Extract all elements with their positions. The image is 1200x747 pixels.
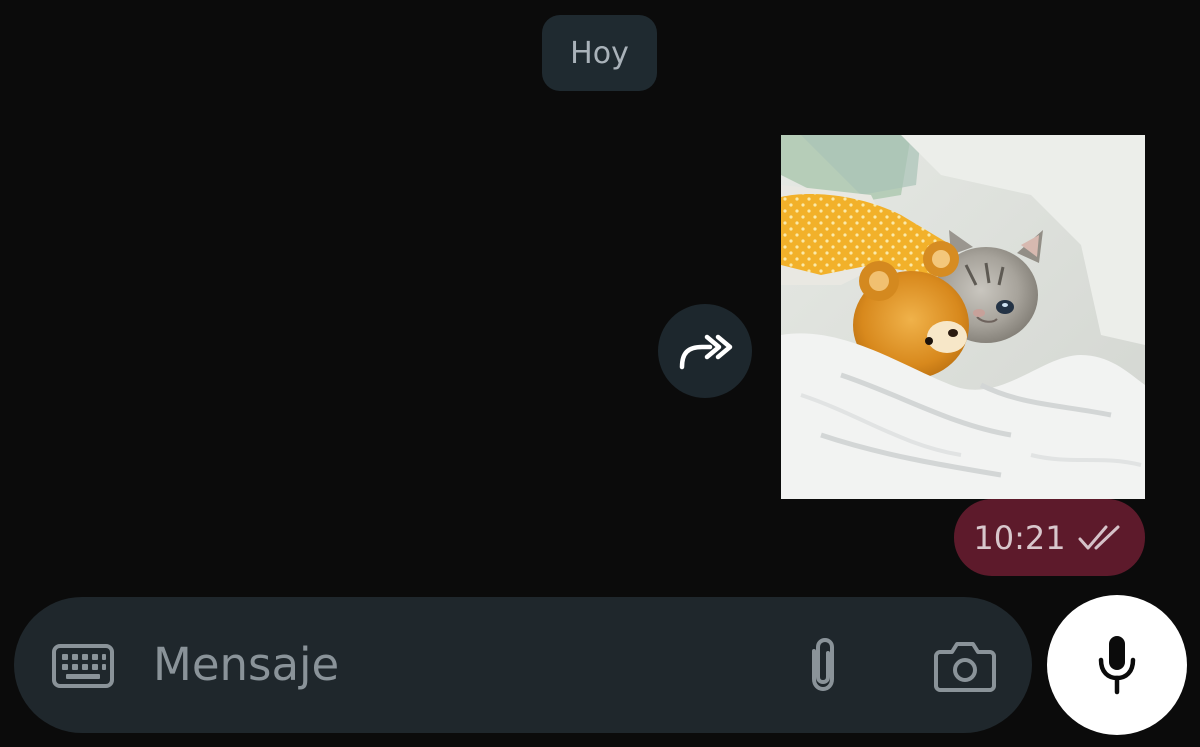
- message-input[interactable]: Mensaje: [153, 635, 339, 695]
- double-check-icon: [1078, 525, 1120, 549]
- cat-with-teddy-bear-photo: [781, 135, 1145, 499]
- microphone-icon: [1098, 636, 1136, 695]
- date-divider-label: Hoy: [570, 35, 629, 71]
- message-time-bubble: 10:21: [954, 499, 1145, 576]
- forward-icon: [679, 334, 733, 370]
- keyboard-icon[interactable]: [52, 644, 114, 688]
- paperclip-icon[interactable]: [800, 635, 846, 695]
- date-divider: Hoy: [542, 15, 657, 91]
- voice-message-button[interactable]: [1047, 595, 1187, 735]
- message-time: 10:21: [973, 518, 1066, 557]
- image-message[interactable]: [781, 135, 1145, 499]
- chat-screen: Hoy 10:21 Mensaje: [0, 0, 1200, 747]
- camera-icon[interactable]: [934, 638, 996, 694]
- forward-button[interactable]: [658, 304, 752, 398]
